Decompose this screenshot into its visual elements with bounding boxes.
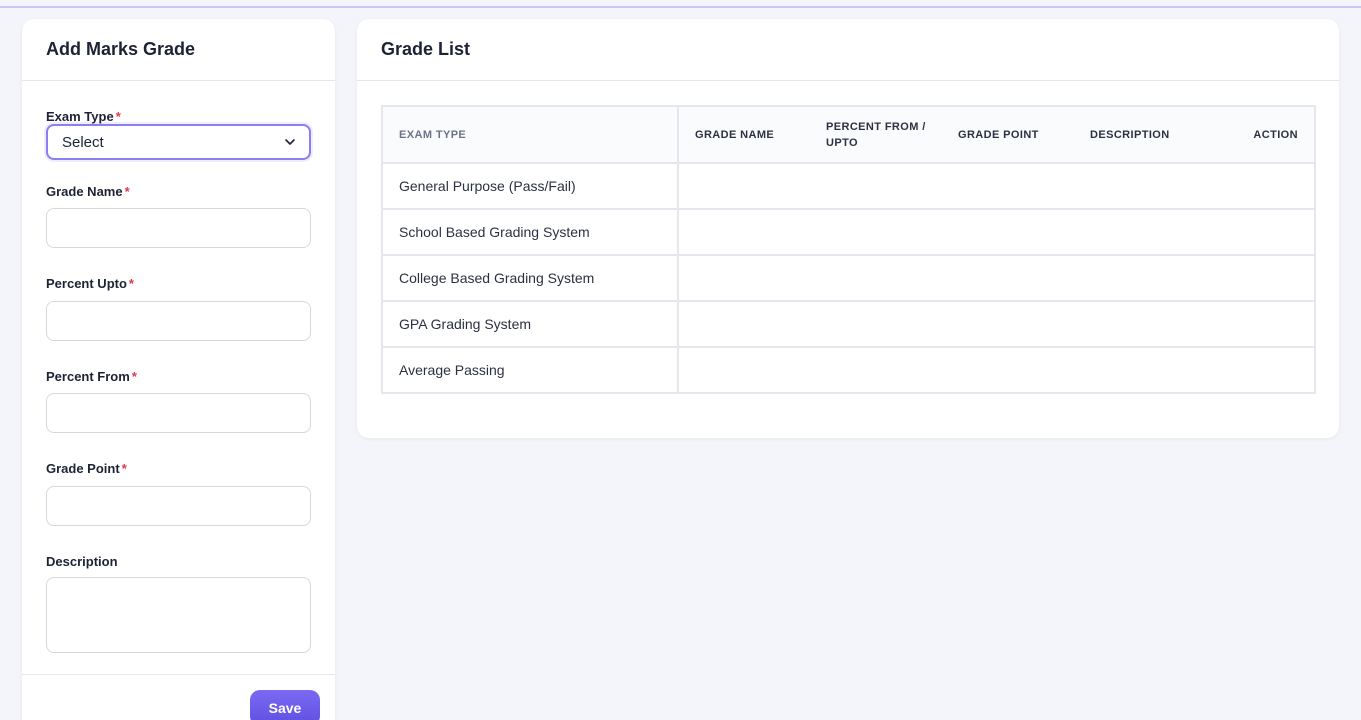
percent-from-label: Percent From *: [46, 368, 311, 386]
grade-name-label-text: Grade Name: [46, 184, 123, 199]
exam-type-cell: College Based Grading System: [382, 254, 679, 301]
exam-type-cell: Average Passing: [382, 346, 679, 393]
form-footer-divider: [22, 674, 335, 675]
percent-upto-field: Percent Upto *: [46, 275, 311, 341]
empty-grade-cell: [678, 254, 1315, 301]
chevron-down-icon: [285, 139, 295, 145]
grade-point-label-text: Grade Point: [46, 461, 120, 476]
add-marks-grade-card: Add Marks Grade Exam Type * Select Grade …: [22, 19, 335, 720]
table-row: General Purpose (Pass/Fail): [382, 162, 1315, 209]
table-header-row: EXAM TYPE GRADE NAME PERCENT FROM / UPTO…: [382, 106, 1315, 163]
column-header-description: DESCRIPTION: [1074, 106, 1206, 163]
required-asterisk: *: [128, 276, 134, 291]
exam-type-cell: School Based Grading System: [382, 208, 679, 255]
percent-upto-label: Percent Upto *: [46, 275, 311, 293]
column-header-grade-name: GRADE NAME: [678, 106, 810, 163]
empty-grade-cell: [678, 162, 1315, 209]
exam-type-cell: General Purpose (Pass/Fail): [382, 162, 679, 209]
description-field: Description: [46, 553, 311, 653]
form-title: Add Marks Grade: [46, 39, 196, 59]
column-header-percent-range: PERCENT FROM / UPTO: [810, 106, 942, 163]
required-asterisk: *: [115, 109, 121, 124]
table-row: College Based Grading System: [382, 254, 1315, 301]
description-label: Description: [46, 554, 118, 569]
grade-name-label: Grade Name *: [46, 183, 311, 201]
table-row: Average Passing: [382, 346, 1315, 393]
table-row: School Based Grading System: [382, 208, 1315, 255]
save-button[interactable]: Save: [250, 690, 320, 720]
percent-from-label-text: Percent From: [46, 369, 130, 384]
column-header-grade-point: GRADE POINT: [942, 106, 1074, 163]
percent-upto-label-text: Percent Upto: [46, 276, 127, 291]
empty-grade-cell: [678, 346, 1315, 393]
exam-type-label-text: Exam Type: [46, 109, 114, 124]
grade-point-field: Grade Point *: [46, 460, 311, 526]
exam-type-select[interactable]: Select: [46, 124, 311, 160]
grade-list-card: Grade List EXAM TYPE GRADE NAME PERCENT …: [357, 19, 1339, 438]
grade-table-wrapper: EXAM TYPE GRADE NAME PERCENT FROM / UPTO…: [381, 105, 1316, 394]
percent-upto-input[interactable]: [46, 301, 311, 341]
top-accent-line: [0, 6, 1361, 8]
form-card-header: Add Marks Grade: [22, 19, 335, 81]
grade-point-label: Grade Point *: [46, 460, 311, 478]
column-header-action: ACTION: [1206, 106, 1315, 163]
empty-grade-cell: [678, 208, 1315, 255]
description-textarea[interactable]: [46, 577, 311, 653]
exam-type-selected-value: Select: [62, 133, 104, 151]
empty-grade-cell: [678, 300, 1315, 347]
required-asterisk: *: [131, 369, 137, 384]
exam-type-cell: GPA Grading System: [382, 300, 679, 347]
column-header-exam-type: EXAM TYPE: [382, 106, 679, 163]
grade-table: EXAM TYPE GRADE NAME PERCENT FROM / UPTO…: [381, 105, 1316, 394]
required-asterisk: *: [124, 184, 130, 199]
percent-from-input[interactable]: [46, 393, 311, 433]
grade-list-title: Grade List: [381, 39, 471, 59]
list-card-header: Grade List: [357, 19, 1339, 81]
percent-from-field: Percent From *: [46, 368, 311, 433]
required-asterisk: *: [121, 461, 127, 476]
table-row: GPA Grading System: [382, 300, 1315, 347]
exam-type-field: Exam Type * Select: [46, 108, 311, 160]
grade-point-input[interactable]: [46, 486, 311, 526]
grade-name-field: Grade Name *: [46, 183, 311, 248]
form-body: Exam Type * Select Grade Name * Percent Up…: [22, 81, 335, 653]
grade-name-input[interactable]: [46, 208, 311, 248]
